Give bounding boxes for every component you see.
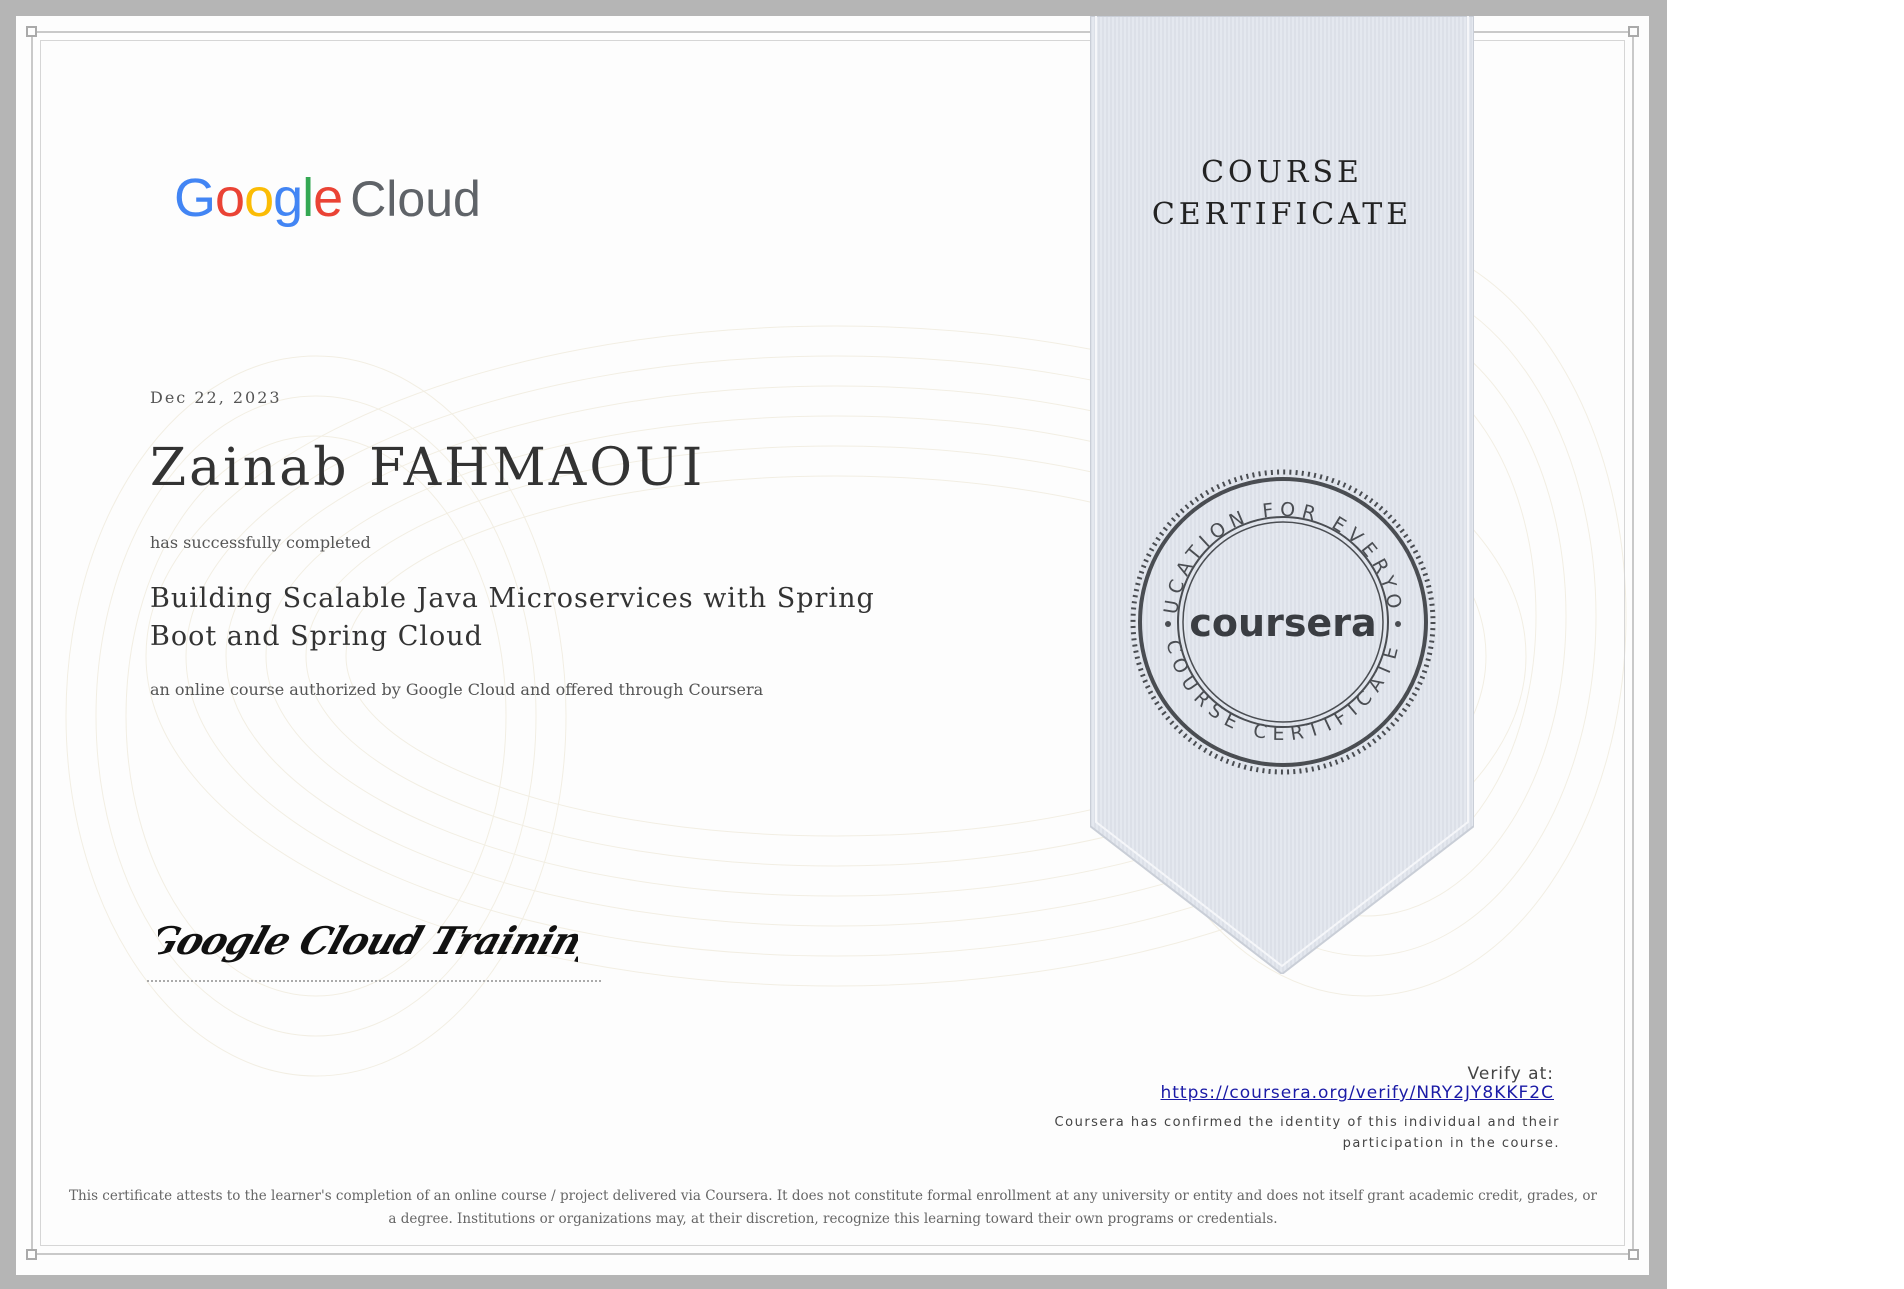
google-cloud-logo: Google Cloud [174, 167, 481, 229]
logo-letter: l [302, 168, 314, 228]
completed-text: has successfully completed [150, 533, 371, 552]
seal-bottom-text: COURSE CERTIFICATE [1161, 638, 1404, 746]
coursera-seal: EDUCATION FOR EVERYONE COURSE CERTIFICAT… [1123, 462, 1436, 775]
logo-product: Cloud [350, 171, 481, 227]
signature-text: Google Cloud Training [158, 919, 578, 964]
signature-line [147, 980, 601, 982]
logo-letter: e [313, 168, 343, 228]
signature: Google Cloud Training [158, 906, 578, 976]
disclaimer-line1: This certificate attests to the learner'… [69, 1188, 1597, 1204]
course-title: Building Scalable Java Microservices wit… [150, 583, 875, 652]
identity-confirmation: Coursera has confirmed the identity of t… [1040, 1112, 1560, 1154]
logo-brand: Google [174, 168, 343, 228]
verify-label: Verify at: [1467, 1064, 1554, 1084]
corner-ornament [1628, 26, 1639, 37]
disclaimer-line2: a degree. Institutions or organizations … [388, 1211, 1278, 1227]
ribbon-title: COURSE CERTIFICATE [1090, 152, 1474, 236]
corner-ornament [26, 1249, 37, 1260]
logo-letter: o [215, 168, 245, 228]
issue-date: Dec 22, 2023 [150, 388, 282, 407]
verify-link[interactable]: https://coursera.org/verify/NRY2JY8KKF2C [1160, 1083, 1554, 1103]
ribbon-title-line2: CERTIFICATE [1151, 197, 1413, 232]
logo-letter: g [273, 168, 303, 228]
recipient-name: Zainab FAHMAOUI [150, 438, 706, 498]
confirmation-line2: participation in the course. [1342, 1136, 1560, 1151]
logo-letter: o [244, 168, 274, 228]
authorized-text: an online course authorized by Google Cl… [150, 680, 764, 699]
confirmation-line1: Coursera has confirmed the identity of t… [1054, 1115, 1560, 1130]
seal-center-text: coursera [1189, 601, 1376, 645]
disclaimer: This certificate attests to the learner'… [48, 1185, 1618, 1231]
logo-letter: G [174, 168, 216, 228]
corner-ornament [1628, 1249, 1639, 1260]
corner-ornament [26, 26, 37, 37]
ribbon-title-line1: COURSE [1201, 155, 1363, 190]
